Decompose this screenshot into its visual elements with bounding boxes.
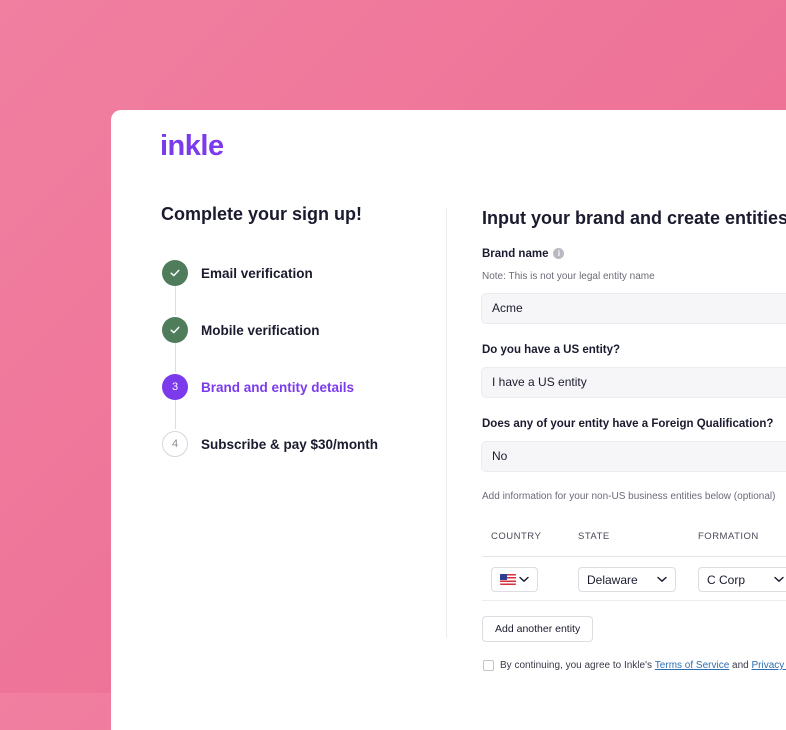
- us-entity-label: Do you have a US entity?: [482, 344, 621, 356]
- form-title: Input your brand and create entities: [482, 208, 786, 228]
- step-label: Brand and entity details: [201, 379, 355, 395]
- column-header-formation: FORMATION: [698, 531, 759, 542]
- terms-of-service-link[interactable]: Terms of Service: [655, 660, 729, 671]
- column-header-country: COUNTRY: [491, 531, 542, 542]
- check-icon: [162, 260, 188, 286]
- state-select[interactable]: Delaware: [578, 567, 676, 592]
- column-divider: [446, 208, 447, 638]
- step-label: Email verification: [201, 265, 313, 281]
- step-subscribe-pay: 4 Subscribe & pay $30/month: [162, 431, 378, 457]
- info-icon[interactable]: i: [553, 248, 565, 259]
- inkle-logo: inkle: [160, 130, 224, 162]
- brand-name-label: Brand name i: [482, 248, 565, 260]
- chevron-down-icon: [657, 576, 667, 583]
- step-connector: [175, 285, 176, 315]
- foreign-qualification-select[interactable]: No: [481, 441, 786, 472]
- us-flag-icon: [500, 574, 516, 585]
- consent-and: and: [732, 660, 749, 671]
- step-label: Mobile verification: [201, 322, 320, 338]
- add-another-entity-button[interactable]: Add another entity: [482, 616, 594, 642]
- terms-consent: By continuing, you agree to Inkle's Term…: [483, 660, 786, 671]
- consent-checkbox[interactable]: [483, 660, 494, 671]
- foreign-qualification-label: Does any of your entity have a Foreign Q…: [482, 418, 774, 430]
- chevron-down-icon: [519, 576, 529, 583]
- formation-value: C Corp: [707, 572, 746, 587]
- consent-text: By continuing, you agree to Inkle's: [500, 660, 653, 671]
- table-row-divider: [482, 600, 786, 601]
- step-connector: [175, 399, 176, 429]
- signup-title: Complete your sign up!: [161, 204, 363, 224]
- brand-name-input[interactable]: Acme: [481, 293, 786, 324]
- step-mobile-verification: Mobile verification: [162, 317, 320, 343]
- us-entity-select[interactable]: I have a US entity: [481, 367, 786, 398]
- non-us-entities-note: Add information for your non-US business…: [482, 491, 776, 502]
- step-label: Subscribe & pay $30/month: [201, 436, 379, 452]
- state-value: Delaware: [587, 572, 638, 587]
- step-connector: [175, 342, 176, 372]
- step-number: 4: [162, 431, 188, 457]
- chevron-down-icon: [774, 576, 784, 583]
- step-email-verification: Email verification: [162, 260, 313, 286]
- signup-card: inkle Complete your sign up! Email verif…: [111, 110, 786, 730]
- step-brand-entity-details: 3 Brand and entity details: [162, 374, 354, 400]
- brand-name-note: Note: This is not your legal entity name: [482, 271, 655, 282]
- step-number: 3: [162, 374, 188, 400]
- check-icon: [162, 317, 188, 343]
- table-header-divider: [482, 556, 786, 557]
- column-header-state: STATE: [578, 531, 610, 542]
- formation-select[interactable]: C Corp: [698, 567, 786, 592]
- privacy-policy-link[interactable]: Privacy Policy: [752, 660, 786, 671]
- country-select[interactable]: [491, 567, 538, 592]
- brand-name-label-text: Brand name: [482, 248, 549, 260]
